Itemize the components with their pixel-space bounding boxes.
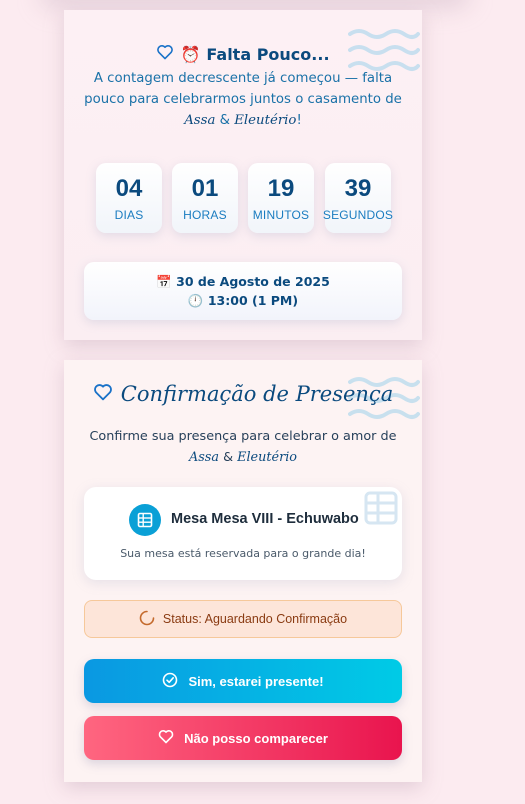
groom-name: Eleutério: [234, 113, 297, 128]
heart-icon: [158, 729, 174, 747]
counter-label: MINUTOS: [252, 208, 310, 222]
counter-label: HORAS: [183, 208, 227, 222]
decline-attendance-button[interactable]: Não posso comparecer: [84, 716, 402, 760]
counter-value: 19: [267, 175, 295, 202]
table-note: Sua mesa está reservada para o grande di…: [120, 547, 366, 560]
countdown-subtitle: A contagem decrescente já começou — falt…: [82, 68, 404, 131]
rsvp-subtitle-text: Confirme sua presença para celebrar o am…: [89, 429, 397, 444]
date-line: 📅 30 de Agosto de 2025: [84, 274, 402, 290]
rsvp-title: Confirmação de Presença: [64, 382, 422, 406]
table-icon: [129, 504, 161, 536]
alarm-clock-icon: ⏰: [180, 44, 201, 64]
counter-value: 39: [344, 175, 372, 202]
confirm-attendance-label: Sim, estarei presente!: [188, 673, 324, 689]
counter-seconds: 39 SEGUNDOS: [323, 163, 393, 233]
spinner-icon: [139, 610, 155, 629]
page: ⏰ Falta Pouco... A contagem decrescente …: [0, 0, 525, 804]
counter-minutes: 19 MINUTOS: [248, 163, 314, 233]
clock-icon: 🕛: [187, 293, 204, 308]
date-box: 📅 30 de Agosto de 2025 🕛 13:00 (1 PM): [84, 262, 402, 320]
countdown-subtitle-text: A contagem decrescente já começou — falt…: [84, 71, 402, 107]
calendar-icon: 📅: [156, 274, 172, 289]
table-grid-watermark-icon: [364, 491, 398, 529]
status-badge: Status: Aguardando Confirmação: [84, 600, 402, 638]
bride-name: Assa: [184, 113, 216, 128]
countdown-title: ⏰ Falta Pouco...: [64, 44, 422, 64]
status-text: Status: Aguardando Confirmação: [162, 612, 348, 626]
time-line: 🕛 13:00 (1 PM): [84, 293, 402, 309]
top-shadow: [40, 0, 470, 8]
decline-attendance-label: Não posso comparecer: [184, 730, 328, 746]
counter-value: 04: [115, 175, 143, 202]
heart-icon: [93, 382, 113, 406]
counter-days: 04 DIAS: [96, 163, 162, 233]
heart-icon: [156, 44, 174, 64]
rsvp-title-text: Confirmação de Presença: [120, 382, 394, 406]
countdown-card: ⏰ Falta Pouco... A contagem decrescente …: [64, 10, 422, 340]
table-assignment-box: Mesa Mesa VIII - Echuwabo Sua mesa está …: [84, 487, 402, 580]
exclaim: !: [296, 113, 302, 128]
counter-hours: 01 HORAS: [172, 163, 238, 233]
counter-value: 01: [191, 175, 219, 202]
confirm-attendance-button[interactable]: Sim, estarei presente!: [84, 659, 402, 703]
ampersand: &: [223, 450, 234, 465]
rsvp-card: Confirmação de Presença Confirme sua pre…: [64, 360, 422, 782]
countdown-title-text: Falta Pouco...: [206, 44, 330, 64]
wedding-time: 13:00 (1 PM): [207, 293, 299, 308]
counter-label: SEGUNDOS: [322, 208, 394, 222]
ampersand: &: [219, 113, 230, 128]
groom-name: Eleutério: [237, 450, 298, 465]
wedding-date: 30 de Agosto de 2025: [176, 274, 330, 289]
table-name: Mesa Mesa VIII - Echuwabo: [171, 511, 359, 527]
bride-name: Assa: [188, 450, 219, 465]
check-circle-icon: [162, 672, 178, 691]
counter-label: DIAS: [114, 208, 144, 222]
rsvp-subtitle: Confirme sua presença para celebrar o am…: [82, 426, 404, 468]
